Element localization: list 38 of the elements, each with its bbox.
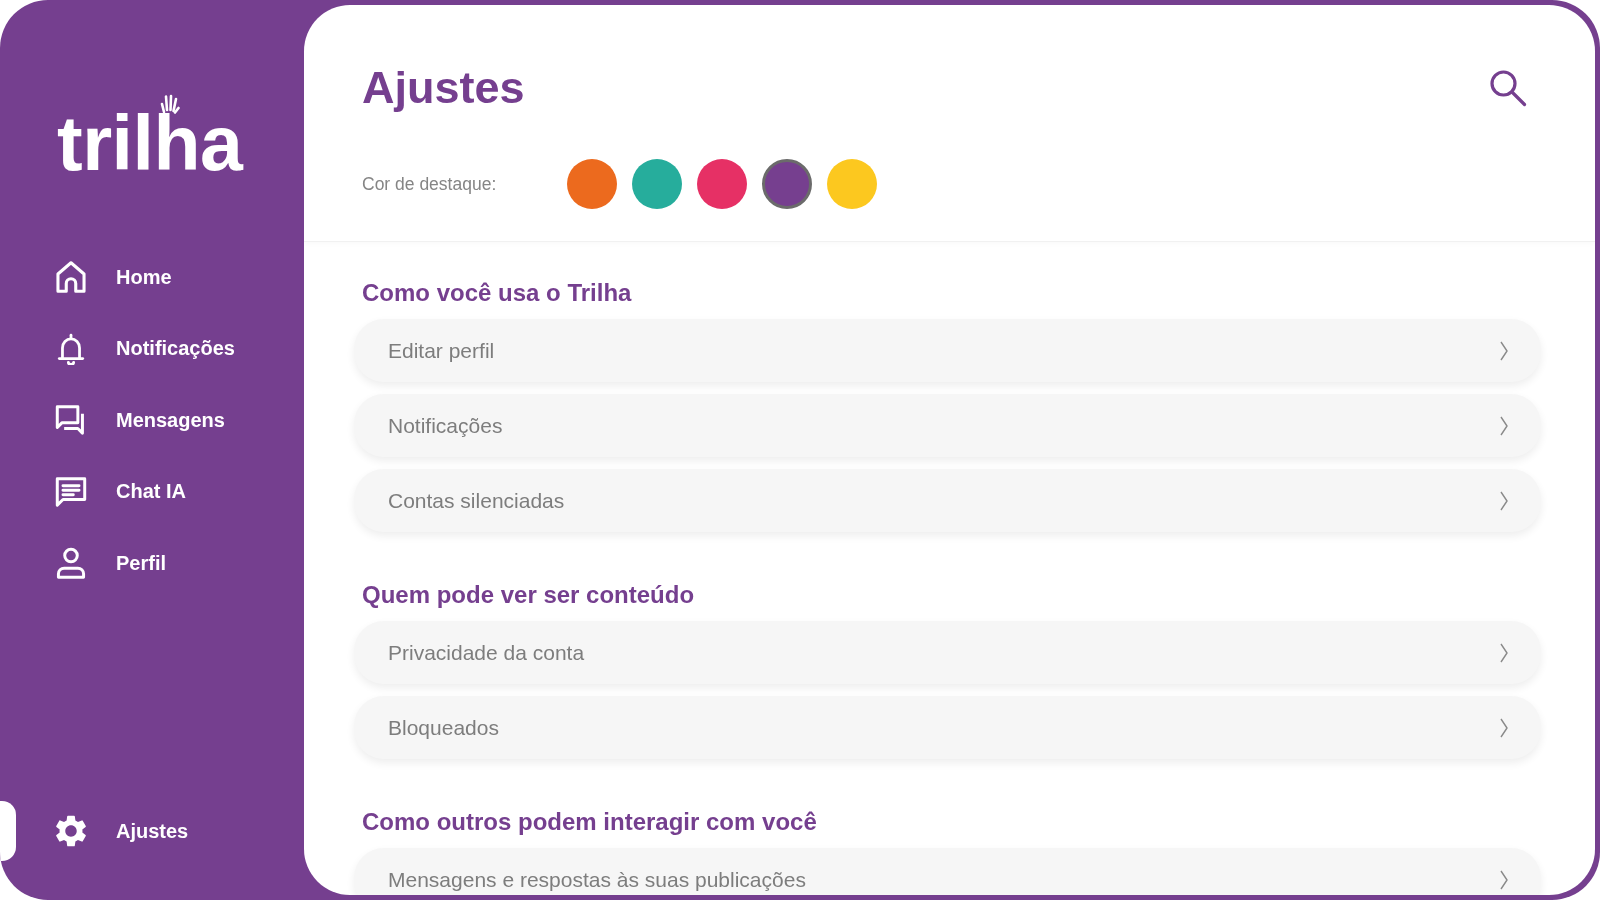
section-heading: Como você usa o Trilha [362,278,633,308]
settings-row[interactable]: Mensagens e respostas às suas publicações [354,848,1541,895]
hand-icon [160,94,180,114]
section-heading: Quem pode ver ser conteúdo [362,580,696,610]
chat-bubbles-icon [55,404,87,436]
person-icon [55,547,87,579]
nav-item[interactable]: Ajustes [0,801,189,861]
logo-text: trilha [57,114,243,172]
message-lines-icon [55,475,87,508]
accent-color-swatch[interactable] [827,159,877,209]
accent-color-label: Cor de destaque: [362,173,498,195]
settings-row[interactable]: Contas silenciadas [354,469,1541,532]
home-icon [55,261,87,293]
accent-color-swatch[interactable] [632,159,682,209]
chevron-right-icon [1500,415,1508,436]
search-button[interactable] [1489,69,1527,107]
chevron-right-icon [1500,340,1508,361]
settings-row[interactable]: Editar perfil [354,319,1541,382]
nav-item[interactable]: Perfil [0,533,167,593]
chevron-right-icon [1500,642,1508,663]
nav-item[interactable]: Notificações [0,318,235,379]
section-heading: Como outros podem interagir com você [362,807,818,837]
accent-color-swatch[interactable] [697,159,747,209]
settings-row[interactable]: Bloqueados [354,696,1541,759]
nav-item[interactable]: Mensagens [0,390,225,450]
chevron-right-icon [1500,869,1508,890]
bell-icon [55,332,87,365]
accent-color-swatch[interactable] [762,159,812,209]
nav-item[interactable]: Home [0,247,172,307]
page-title: Ajustes [362,61,525,115]
chevron-right-icon [1500,490,1508,511]
nav-item[interactable]: Chat IA [0,461,186,522]
settings-row[interactable]: Notificações [354,394,1541,457]
settings-row[interactable]: Privacidade da conta [354,621,1541,684]
search-icon [1489,69,1527,107]
settings-icon [55,815,87,847]
accent-color-swatch[interactable] [567,159,617,209]
chevron-right-icon [1500,717,1508,738]
